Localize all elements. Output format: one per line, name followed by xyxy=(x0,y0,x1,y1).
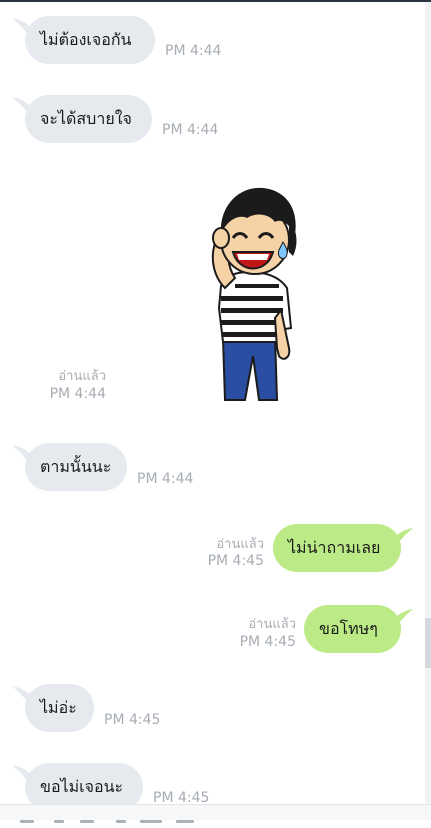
laughing-boy-sticker[interactable] xyxy=(205,178,305,408)
chat-scrollbar-thumb[interactable] xyxy=(425,618,431,668)
message-timestamp: PM 4:45 xyxy=(239,634,296,650)
input-placeholder-glyphs xyxy=(20,809,200,823)
outgoing-message-bubble[interactable]: ขอโทษๆ xyxy=(304,605,401,653)
message-timestamp: PM 4:44 xyxy=(49,386,106,402)
incoming-message-bubble[interactable]: ไม่ต้องเจอกัน xyxy=(25,16,155,64)
message-timestamp: PM 4:45 xyxy=(104,712,161,728)
message-timestamp: PM 4:44 xyxy=(137,471,194,487)
window-top-border xyxy=(0,0,431,2)
message-timestamp: PM 4:44 xyxy=(162,122,219,138)
incoming-message-bubble[interactable]: ไม่อ่ะ xyxy=(25,684,94,732)
outgoing-message-bubble[interactable]: ไม่น่าถามเลย xyxy=(273,524,401,572)
message-timestamp: PM 4:44 xyxy=(165,43,222,59)
incoming-message-bubble[interactable]: จะได้สบายใจ xyxy=(25,95,152,143)
incoming-message-bubble[interactable]: ตามนั้นนะ xyxy=(25,443,127,491)
chat-scrollbar-track[interactable] xyxy=(425,2,431,807)
read-receipt: อ่านแล้ว xyxy=(248,617,296,632)
message-timestamp: PM 4:45 xyxy=(207,553,264,569)
read-receipt: อ่านแล้ว xyxy=(216,537,264,552)
read-receipt: อ่านแล้ว xyxy=(58,369,106,384)
